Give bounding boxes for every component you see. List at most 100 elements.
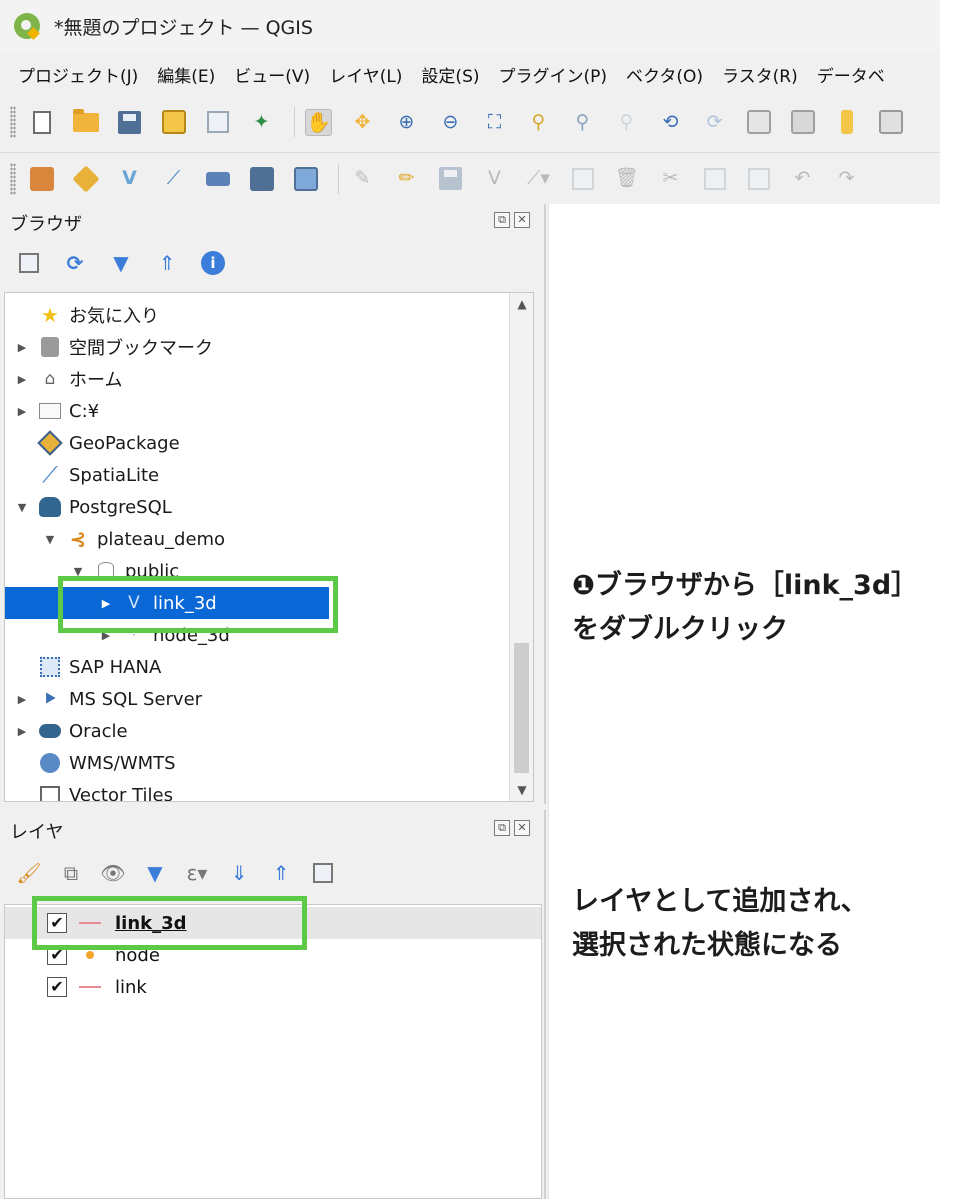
- expand-all-icon[interactable]: ⇓: [226, 860, 252, 886]
- zoom-last-icon[interactable]: ⟲: [657, 109, 684, 136]
- tree-item-label: GeoPackage: [69, 432, 180, 454]
- expand-arrow-icon[interactable]: ▶: [15, 725, 29, 738]
- expand-arrow-icon[interactable]: ▶: [15, 373, 29, 386]
- add-vector-tile-icon[interactable]: [292, 165, 319, 192]
- zoom-to-layer-icon[interactable]: ⚲: [569, 109, 596, 136]
- tree-item-oracle[interactable]: ▶ Oracle: [5, 715, 509, 747]
- map-canvas[interactable]: [548, 204, 940, 1199]
- zoom-full-icon[interactable]: ⛶: [481, 109, 508, 136]
- add-vector-layer-icon[interactable]: V: [116, 165, 143, 192]
- zoom-out-icon[interactable]: ⊖: [437, 109, 464, 136]
- add-group-icon[interactable]: ⧉: [58, 860, 84, 886]
- expand-arrow-icon[interactable]: ▶: [15, 693, 29, 706]
- tree-item-label: C:¥: [69, 400, 100, 422]
- expand-arrow-icon[interactable]: ▶: [15, 341, 29, 354]
- tree-item-spatialite[interactable]: ⟋ SpatiaLite: [5, 459, 509, 491]
- new-print-layout-icon[interactable]: [160, 109, 187, 136]
- cut-features-icon[interactable]: ✂: [657, 165, 684, 192]
- new-3d-map-view-icon[interactable]: [789, 109, 816, 136]
- filter-legend-icon[interactable]: ▼: [142, 860, 168, 886]
- close-panel-button[interactable]: ✕: [514, 212, 530, 228]
- menu-settings[interactable]: 設定(S): [421, 62, 479, 87]
- browser-scrollbar[interactable]: ▲ ▼: [509, 293, 533, 801]
- menu-view[interactable]: ビュー(V): [234, 62, 310, 87]
- menu-database[interactable]: データベ: [817, 62, 885, 87]
- collapse-arrow-icon[interactable]: ▼: [15, 501, 29, 514]
- tree-item-ms-sql-server[interactable]: ▶ ⯈ MS SQL Server: [5, 683, 509, 715]
- pan-to-selection-icon[interactable]: ✥: [349, 109, 376, 136]
- add-geopackage-icon[interactable]: [71, 164, 100, 193]
- filter-by-expression-icon[interactable]: ε▾: [184, 860, 210, 886]
- delete-selected-icon[interactable]: 🗑: [613, 165, 640, 192]
- tree-item-wms-wmts[interactable]: WMS/WMTS: [5, 747, 509, 779]
- toolbar-grip[interactable]: [10, 162, 16, 195]
- open-project-icon[interactable]: [72, 108, 99, 136]
- save-edits-icon[interactable]: [437, 165, 464, 192]
- layers-panel-buttons: ⧉ ✕: [494, 820, 530, 836]
- redo-icon[interactable]: ↷: [833, 165, 860, 192]
- modify-attributes-icon[interactable]: [569, 165, 596, 192]
- filter-icon[interactable]: ▼: [108, 250, 134, 276]
- tree-item-spatial-bookmarks[interactable]: ▶ 空間ブックマーク: [5, 331, 509, 363]
- tree-item-sap-hana[interactable]: SAP HANA: [5, 651, 509, 683]
- copy-features-icon[interactable]: [701, 165, 728, 192]
- float-panel-button[interactable]: ⧉: [494, 820, 510, 836]
- tree-item-vector-tiles[interactable]: Vector Tiles: [5, 779, 509, 801]
- undo-icon[interactable]: ↶: [789, 165, 816, 192]
- refresh-icon[interactable]: ⟳: [62, 250, 88, 276]
- open-layer-styling-icon[interactable]: 🖌: [16, 860, 42, 886]
- layout-manager-icon[interactable]: [204, 109, 231, 136]
- menu-edit[interactable]: 編集(E): [157, 62, 215, 87]
- pan-icon[interactable]: ✋: [305, 108, 332, 136]
- tree-item-favorites[interactable]: ★ お気に入り: [5, 299, 509, 331]
- scroll-thumb[interactable]: [514, 643, 529, 773]
- add-feature-icon[interactable]: V: [481, 165, 508, 192]
- current-edits-icon[interactable]: ✎: [349, 165, 376, 192]
- manage-visibility-icon[interactable]: 👁: [100, 860, 126, 886]
- add-spatialite-icon[interactable]: ⟋: [160, 165, 187, 192]
- menu-plugins[interactable]: プラグイン(P): [499, 62, 608, 87]
- scroll-down-arrow-icon[interactable]: ▼: [510, 779, 533, 801]
- new-project-icon[interactable]: [28, 109, 55, 136]
- zoom-native-icon[interactable]: ⚲: [613, 109, 640, 136]
- remove-layer-icon[interactable]: [310, 860, 336, 886]
- collapse-all-icon[interactable]: ⇑: [268, 860, 294, 886]
- collapse-all-icon[interactable]: ⇑: [154, 250, 180, 276]
- style-manager-icon[interactable]: ✦: [248, 109, 275, 136]
- tree-item-postgresql[interactable]: ▼ PostgreSQL: [5, 491, 509, 523]
- tree-item-drive-c[interactable]: ▶ C:¥: [5, 395, 509, 427]
- scroll-up-arrow-icon[interactable]: ▲: [510, 293, 533, 315]
- title-bar: *無題のプロジェクト — QGIS: [0, 0, 940, 52]
- window-title: *無題のプロジェクト — QGIS: [54, 16, 313, 39]
- vertex-tool-icon[interactable]: ⟋▾: [525, 165, 552, 192]
- float-panel-button[interactable]: ⧉: [494, 212, 510, 228]
- tree-item-geopackage[interactable]: GeoPackage: [5, 427, 509, 459]
- zoom-to-selection-icon[interactable]: ⚲: [525, 109, 552, 136]
- close-panel-button[interactable]: ✕: [514, 820, 530, 836]
- menu-layer[interactable]: レイヤ(L): [329, 62, 402, 87]
- info-icon[interactable]: i: [200, 250, 226, 276]
- layer-row-link[interactable]: ✔ link: [5, 971, 541, 1003]
- add-selected-icon[interactable]: [16, 250, 42, 276]
- tree-item-home[interactable]: ▶ ⌂ ホーム: [5, 363, 509, 395]
- add-virtual-layer-icon[interactable]: [204, 165, 231, 192]
- data-source-manager-icon[interactable]: [28, 165, 55, 192]
- new-bookmark-icon[interactable]: [833, 109, 860, 136]
- expand-arrow-icon[interactable]: ▶: [15, 405, 29, 418]
- collapse-arrow-icon[interactable]: ▼: [43, 533, 57, 546]
- save-project-icon[interactable]: [116, 109, 143, 136]
- menu-vector[interactable]: ベクタ(O): [626, 62, 703, 87]
- toggle-editing-icon[interactable]: ✏: [393, 165, 420, 192]
- zoom-in-icon[interactable]: ⊕: [393, 109, 420, 136]
- layer-visibility-checkbox[interactable]: ✔: [47, 977, 67, 997]
- show-bookmarks-icon[interactable]: [877, 109, 904, 136]
- new-map-view-icon[interactable]: [745, 109, 772, 136]
- zoom-next-icon[interactable]: ⟳: [701, 109, 728, 136]
- paste-features-icon[interactable]: [745, 165, 772, 192]
- toolbar-grip[interactable]: [10, 106, 16, 138]
- tree-item-plateau-demo[interactable]: ▼ ⊰ plateau_demo: [5, 523, 509, 555]
- add-raster-layer-icon[interactable]: [248, 165, 275, 192]
- menu-raster[interactable]: ラスタ(R): [722, 62, 798, 87]
- menu-project[interactable]: プロジェクト(J): [18, 62, 138, 87]
- layers-toolbar: 🖌 ⧉ 👁 ▼ ε▾ ⇓ ⇑: [16, 860, 336, 886]
